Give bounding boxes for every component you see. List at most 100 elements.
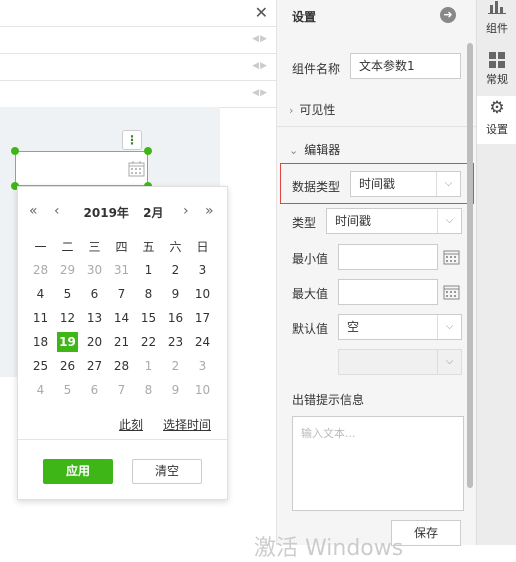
day-cell[interactable]: 1 <box>135 260 162 280</box>
more-options-icon[interactable]: ⋮ <box>122 130 142 150</box>
next-year-button[interactable]: » <box>205 203 214 219</box>
day-cell[interactable]: 22 <box>135 332 162 352</box>
data-type-label: 数据类型 <box>292 180 341 194</box>
day-cell[interactable]: 30 <box>81 260 108 280</box>
panel-title: 设置 <box>292 10 317 24</box>
day-cell[interactable]: 18 <box>27 332 54 352</box>
design-workspace: ✕ ◀▶ ◀▶ ◀▶ ⋮ « ‹ 2019年 2月 › » 一二三四五六日 28… <box>0 0 276 545</box>
list-item[interactable]: ◀▶ <box>0 27 276 54</box>
day-cell[interactable]: 16 <box>162 308 189 328</box>
day-cell[interactable]: 7 <box>108 284 135 304</box>
calendar-header: 2019年 2月 <box>18 204 229 221</box>
weekday-label: 四 <box>115 240 128 254</box>
day-cell[interactable]: 27 <box>81 356 108 376</box>
day-cell[interactable]: 28 <box>27 260 54 280</box>
sidebar-item-settings[interactable]: ⚙ 设置 <box>477 96 516 144</box>
default-value: 空 <box>347 320 360 334</box>
year-label[interactable]: 2019年 <box>84 206 129 220</box>
bar-chart-icon <box>488 1 506 14</box>
weekday-label: 一 <box>34 240 47 254</box>
apply-button[interactable]: 应用 <box>43 459 113 484</box>
day-cell[interactable]: 6 <box>81 380 108 400</box>
chevron-down-icon: ⌵ <box>437 315 461 339</box>
arrows-icon[interactable]: ◀▶ <box>252 34 268 44</box>
calendar-icon[interactable] <box>443 283 460 300</box>
day-cell[interactable]: 10 <box>189 380 216 400</box>
chevron-down-icon: ⌄ <box>289 144 299 157</box>
close-icon[interactable]: ✕ <box>255 3 268 22</box>
choose-time-link[interactable]: 选择时间 <box>163 416 211 433</box>
day-cell[interactable]: 6 <box>81 284 108 304</box>
list-item[interactable]: ◀▶ <box>0 81 276 108</box>
type-value: 时间戳 <box>335 214 372 228</box>
day-cell[interactable]: 8 <box>135 284 162 304</box>
error-message-textarea[interactable]: 输入文本... <box>292 416 464 511</box>
data-type-value: 时间戳 <box>359 177 396 191</box>
day-cell[interactable]: 20 <box>81 332 108 352</box>
chevron-down-icon: ⌵ <box>436 172 460 196</box>
day-cell[interactable]: 31 <box>108 260 135 280</box>
day-cell[interactable]: 15 <box>135 308 162 328</box>
min-value-label: 最小值 <box>292 252 329 266</box>
resize-handle[interactable] <box>11 147 19 155</box>
day-cell[interactable]: 23 <box>162 332 189 352</box>
list-item[interactable]: ◀▶ <box>0 54 276 81</box>
arrows-icon[interactable]: ◀▶ <box>252 88 268 98</box>
workspace-toolbar: ✕ <box>0 0 276 27</box>
next-month-button[interactable]: › <box>183 203 189 219</box>
day-cell[interactable]: 12 <box>54 308 81 328</box>
weekday-label: 二 <box>61 240 74 254</box>
resize-handle[interactable] <box>144 147 152 155</box>
min-value-input[interactable] <box>338 244 438 270</box>
day-cell[interactable]: 13 <box>81 308 108 328</box>
arrows-icon[interactable]: ◀▶ <box>252 61 268 71</box>
data-type-select[interactable]: 时间戳 ⌵ <box>350 171 461 197</box>
default-value-label: 默认值 <box>292 322 329 336</box>
day-cell[interactable]: 11 <box>27 308 54 328</box>
day-cell[interactable]: 2 <box>162 356 189 376</box>
type-select[interactable]: 时间戳 ⌵ <box>326 208 462 234</box>
secondary-select[interactable]: ⌵ <box>338 349 462 375</box>
sidebar-item-components[interactable]: 组件 <box>477 0 516 48</box>
date-input-widget[interactable] <box>15 151 148 186</box>
visibility-section[interactable]: › 可见性 <box>289 101 335 118</box>
now-link[interactable]: 此刻 <box>119 416 143 433</box>
weekday-label: 五 <box>142 240 155 254</box>
day-cell[interactable]: 17 <box>189 308 216 328</box>
component-name-input[interactable]: 文本参数1 <box>350 53 461 79</box>
day-cell[interactable]: 21 <box>108 332 135 352</box>
day-cell[interactable]: 2 <box>162 260 189 280</box>
day-cell[interactable]: 5 <box>54 380 81 400</box>
max-value-input[interactable] <box>338 279 438 305</box>
sidebar-item-general[interactable]: 常规 <box>477 48 516 96</box>
day-cell[interactable]: 3 <box>189 356 216 376</box>
type-label: 类型 <box>292 216 317 230</box>
date-picker-popup: « ‹ 2019年 2月 › » 一二三四五六日 28 29 30 31 1 2 3 4 5 6 7… <box>17 186 229 500</box>
day-cell[interactable]: 3 <box>189 260 216 280</box>
default-value-select[interactable]: 空 ⌵ <box>338 314 462 340</box>
component-name-label: 组件名称 <box>292 62 341 76</box>
day-cell[interactable]: 10 <box>189 284 216 304</box>
day-cell[interactable]: 14 <box>108 308 135 328</box>
day-cell[interactable]: 4 <box>27 284 54 304</box>
calendar-icon[interactable] <box>128 160 145 177</box>
arrow-right-circle-icon[interactable]: ➜ <box>440 7 456 23</box>
day-cell[interactable]: 5 <box>54 284 81 304</box>
day-cell[interactable]: 4 <box>27 380 54 400</box>
day-cell[interactable]: 1 <box>135 356 162 376</box>
day-cell[interactable]: 29 <box>54 260 81 280</box>
month-label[interactable]: 2月 <box>143 206 163 220</box>
day-cell[interactable]: 7 <box>108 380 135 400</box>
day-cell[interactable]: 9 <box>162 380 189 400</box>
selected-day-cell[interactable]: 19 <box>57 332 78 352</box>
day-cell[interactable]: 28 <box>108 356 135 376</box>
editor-section[interactable]: ⌄ 编辑器 <box>289 141 340 158</box>
scrollbar[interactable] <box>467 43 473 488</box>
day-cell[interactable]: 9 <box>162 284 189 304</box>
calendar-icon[interactable] <box>443 248 460 265</box>
day-cell[interactable]: 26 <box>54 356 81 376</box>
day-cell[interactable]: 8 <box>135 380 162 400</box>
day-cell[interactable]: 25 <box>27 356 54 376</box>
day-cell[interactable]: 24 <box>189 332 216 352</box>
clear-button[interactable]: 清空 <box>132 459 202 484</box>
